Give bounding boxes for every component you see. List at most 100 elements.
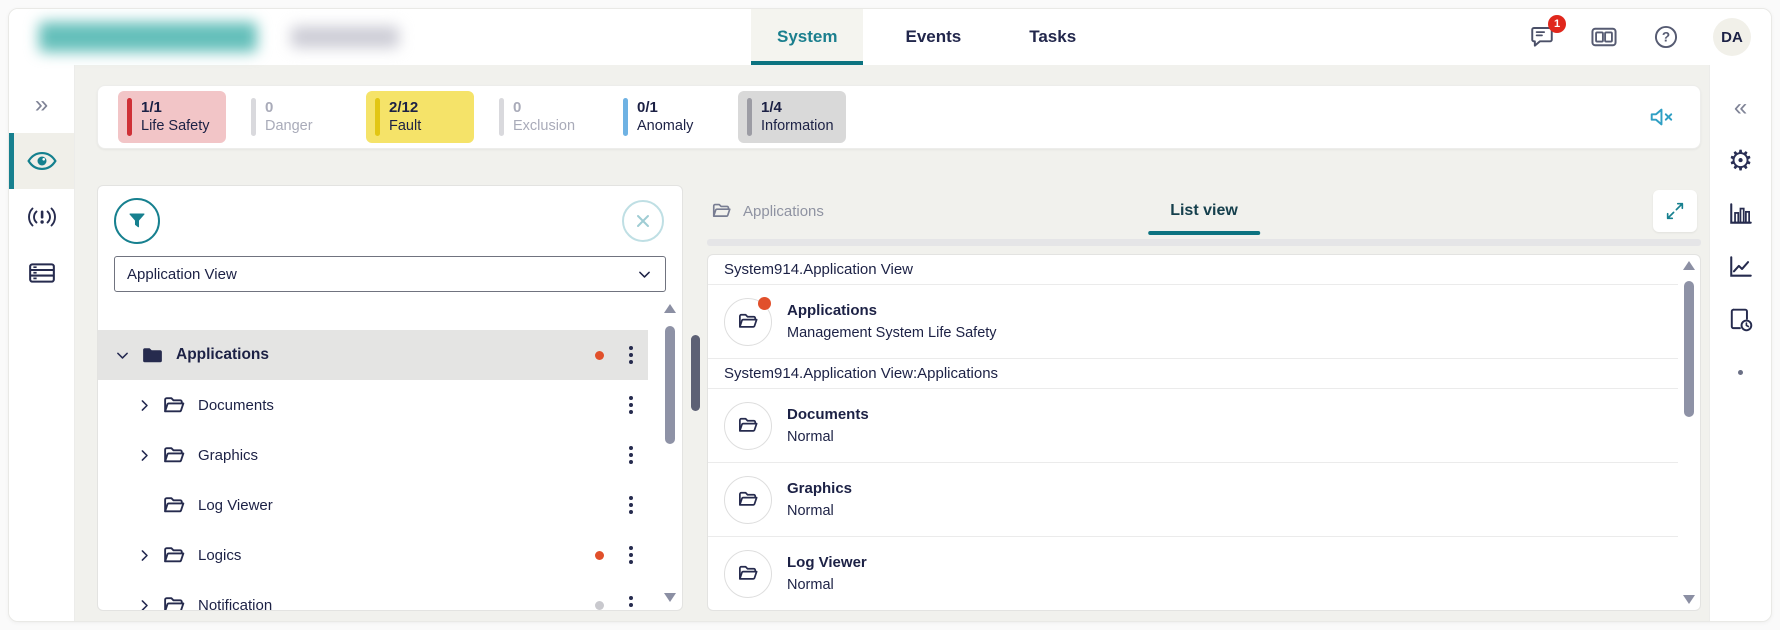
rail-handle[interactable] <box>1710 346 1771 399</box>
status-badge[interactable]: 1/4 Information <box>738 91 846 143</box>
folder-open-icon <box>162 493 187 518</box>
split-view-icon[interactable] <box>1589 22 1619 52</box>
clear-filter-button[interactable] <box>622 200 664 242</box>
status-badge-label: Anomaly <box>637 118 693 134</box>
status-badge-bar <box>499 98 504 136</box>
rail-item-system-browser[interactable] <box>9 133 74 189</box>
scroll-down-arrow[interactable] <box>664 593 676 602</box>
alarm-dot <box>595 551 604 560</box>
alarm-summary-bar: 1/1 Life Safety 0 Danger 2/12 Fault 0 Ex… <box>97 85 1701 149</box>
item-avatar <box>724 402 772 450</box>
tab-list-view[interactable]: List view <box>1170 185 1238 237</box>
status-badge-bar <box>127 98 132 136</box>
mute-icon <box>1649 106 1675 128</box>
tree-item[interactable]: Logics <box>98 530 648 580</box>
list-group-header: System914.Application View:Applications <box>708 359 1678 389</box>
status-badge-label: Exclusion <box>513 118 575 134</box>
rail-item-devices[interactable] <box>9 245 74 301</box>
folder-open-icon <box>737 488 760 511</box>
tab-tasks[interactable]: Tasks <box>1003 9 1102 65</box>
rail-item-reports[interactable] <box>1710 293 1771 346</box>
status-badge[interactable]: 0/1 Anomaly <box>614 91 722 143</box>
rail-item-bar-chart[interactable] <box>1710 187 1771 240</box>
tree-item-label: Graphics <box>198 447 595 464</box>
status-badge-bar <box>747 98 752 136</box>
system-tree: Applications Documents Graphics <box>98 302 682 610</box>
chevron-down-icon <box>636 266 653 283</box>
left-rail: » <box>9 65 75 621</box>
status-badge-label: Fault <box>389 118 421 134</box>
kebab-menu-icon[interactable] <box>622 446 640 464</box>
list-item[interactable]: Graphics Normal <box>708 463 1678 537</box>
brand-logo <box>9 22 439 52</box>
chevron-right-icon[interactable] <box>136 447 153 464</box>
status-badge-label: Danger <box>265 118 313 134</box>
list-item-title: Documents <box>787 404 869 426</box>
kebab-menu-icon[interactable] <box>622 546 640 564</box>
alarm-dot <box>595 601 604 610</box>
list-item-status: Normal <box>787 574 867 596</box>
kebab-menu-icon[interactable] <box>622 396 640 414</box>
rail-item-alarms[interactable] <box>9 189 74 245</box>
alarm-dot <box>595 351 604 360</box>
eye-icon <box>27 151 57 171</box>
right-rail: « ⚙ <box>1709 65 1771 621</box>
server-icon <box>28 261 56 285</box>
tab-events[interactable]: Events <box>879 9 987 65</box>
expand-panel-button[interactable]: » <box>9 77 74 133</box>
chevron-right-icon[interactable] <box>136 547 153 564</box>
item-avatar <box>724 550 772 598</box>
pane-scrollbar-thumb[interactable] <box>691 335 700 411</box>
rail-item-trends[interactable] <box>1710 240 1771 293</box>
status-badge[interactable]: 1/1 Life Safety <box>118 91 226 143</box>
tree-item[interactable]: Notification <box>98 580 648 610</box>
kebab-menu-icon[interactable] <box>622 596 640 610</box>
list-view-panel: System914.Application View Applications … <box>707 254 1701 611</box>
scroll-down-arrow[interactable] <box>1683 595 1695 604</box>
primary-tabs: System Events Tasks <box>751 9 1102 65</box>
rail-item-settings[interactable]: ⚙ <box>1710 134 1771 187</box>
folder-icon <box>140 343 165 368</box>
breadcrumb[interactable]: Applications <box>711 200 824 222</box>
alarm-dot <box>758 297 771 310</box>
chat-icon[interactable]: 1 <box>1527 22 1557 52</box>
filter-button[interactable] <box>114 198 160 244</box>
tree-item[interactable]: Graphics <box>98 430 648 480</box>
content-header: Applications List view <box>707 185 1701 237</box>
user-avatar[interactable]: DA <box>1713 18 1751 56</box>
scroll-up-arrow[interactable] <box>664 304 676 313</box>
tab-system[interactable]: System <box>751 9 863 65</box>
mute-button[interactable] <box>1644 101 1680 133</box>
status-badge[interactable]: 0 Danger <box>242 91 350 143</box>
collapse-panel-button[interactable]: « <box>1710 81 1771 134</box>
folder-open-icon <box>162 543 187 568</box>
chevron-down-icon[interactable] <box>114 347 131 364</box>
list-item[interactable]: Documents Normal <box>708 389 1678 463</box>
list-item[interactable]: Applications Management System Life Safe… <box>708 285 1678 359</box>
status-badge[interactable]: 2/12 Fault <box>366 91 474 143</box>
status-badge-value: 1/1 <box>141 99 162 116</box>
status-badge[interactable]: 0 Exclusion <box>490 91 598 143</box>
expand-pane-button[interactable] <box>1653 190 1697 232</box>
system-browser-panel: Application View Applications Docum <box>97 185 683 611</box>
scrollbar-thumb[interactable] <box>665 326 675 444</box>
tree-item[interactable]: Log Viewer <box>98 480 648 530</box>
object-list: System914.Application View Applications … <box>708 255 1700 610</box>
view-selector-dropdown[interactable]: Application View <box>114 256 666 292</box>
chevron-right-icon[interactable] <box>136 597 153 611</box>
chevron-right-icon[interactable] <box>136 397 153 414</box>
scrollbar-thumb[interactable] <box>1684 281 1694 417</box>
status-badge-label: Information <box>761 118 834 134</box>
help-icon[interactable]: ? <box>1651 22 1681 52</box>
kebab-menu-icon[interactable] <box>622 496 640 514</box>
breadcrumb-label: Applications <box>743 203 824 220</box>
tree-item-label: Notification <box>198 597 595 611</box>
list-item[interactable]: Log Viewer Normal <box>708 537 1678 610</box>
status-badge-bar <box>375 98 380 136</box>
scroll-up-arrow[interactable] <box>1683 261 1695 270</box>
svg-text:?: ? <box>1662 30 1670 45</box>
kebab-menu-icon[interactable] <box>622 346 640 364</box>
tree-item[interactable]: Documents <box>98 380 648 430</box>
tree-item-label: Documents <box>198 397 595 414</box>
tree-item[interactable]: Applications <box>98 330 648 380</box>
